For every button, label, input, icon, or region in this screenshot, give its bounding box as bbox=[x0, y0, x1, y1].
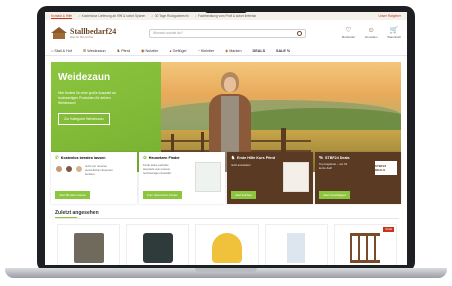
nav-label: Weidezaun bbox=[87, 48, 106, 53]
usp-advice: Fachberatung vom Profi & sofort lieferba… bbox=[194, 14, 256, 18]
product-card[interactable] bbox=[57, 224, 121, 265]
card-text: Finde deine perfekte Heuraufe aus unsere… bbox=[143, 163, 172, 175]
hero-title: Weidezaun bbox=[58, 72, 111, 83]
deals-button[interactable]: Jetzt zuschlagen! bbox=[319, 191, 351, 199]
product-image bbox=[142, 233, 173, 263]
recently-viewed-list: SALE bbox=[57, 224, 398, 265]
nav-item-pferd[interactable]: ♞ Pferd bbox=[117, 48, 130, 53]
nav-item-stall-hof[interactable]: ⌂ Stall & Hof bbox=[51, 48, 72, 53]
hay-icon: ✿ bbox=[143, 155, 147, 160]
hero-text: Hier findest Du eine große Auswahl an ho… bbox=[58, 91, 116, 105]
nav-item-kleintier[interactable]: ◔ Kleintier bbox=[197, 48, 214, 53]
haynet-finder-card[interactable]: ✿ Heunetzen Finder Finde deine perfekte H… bbox=[139, 152, 225, 204]
advice-card[interactable]: ✆ Kostenlos beraten lassen Jetzt von unse… bbox=[51, 152, 137, 204]
browser-screen: Kontakt & Hilfe Kostenlose Lieferung ab … bbox=[45, 12, 407, 265]
usp-bar: Kontakt & Hilfe Kostenlose Lieferung ab … bbox=[45, 12, 407, 20]
course-image bbox=[283, 162, 309, 192]
avatar bbox=[75, 165, 83, 173]
card-title: Kostenlos beraten lassen bbox=[60, 156, 106, 160]
first-aid-card[interactable]: ♞ Erste Hilfe Kurs Pferd Jetzt anmelden! … bbox=[227, 152, 313, 204]
account-button[interactable]: ☺ Anmelden bbox=[365, 27, 378, 39]
nav-item-gefluegel[interactable]: ◕ Geflügel bbox=[169, 48, 186, 53]
horse-icon: ♞ bbox=[116, 48, 121, 53]
barn-icon bbox=[51, 27, 67, 39]
avatar bbox=[65, 165, 73, 173]
product-card[interactable] bbox=[126, 224, 190, 265]
user-icon: ☺ bbox=[367, 27, 375, 34]
hay-rack-image bbox=[195, 162, 221, 192]
card-title: Heunetzen Finder bbox=[148, 156, 180, 160]
nav-label: Marken bbox=[229, 48, 242, 53]
account-label: Anmelden bbox=[364, 35, 378, 39]
wishlist-label: Merkzettel bbox=[341, 35, 355, 39]
nav-item-marken[interactable]: ◈ Marken bbox=[225, 48, 241, 53]
chat-icon: ✆ bbox=[55, 155, 59, 160]
avatar bbox=[55, 165, 63, 173]
cow-icon: ◉ bbox=[141, 48, 145, 53]
heart-icon: ♡ bbox=[345, 27, 352, 34]
main-nav: ⌂ Stall & Hof ⊞ Weidezaun ♞ Pferd ◉ Nutztier… bbox=[45, 46, 407, 56]
barn-icon: ⌂ bbox=[51, 48, 54, 53]
cart-button[interactable]: 🛒 Warenkorb bbox=[387, 27, 401, 39]
usp-shipping: Kostenlose Lieferung ab 99€ & sofort Spa… bbox=[78, 14, 146, 18]
search-placeholder: Wonach suchst du? bbox=[153, 31, 183, 35]
search-input[interactable]: Wonach suchst du? bbox=[149, 28, 306, 38]
wishlist-button[interactable]: ♡ Merkzettel bbox=[342, 27, 355, 39]
card-title: STBF24 Deals bbox=[325, 155, 350, 160]
product-image bbox=[287, 233, 306, 263]
nav-label: Kleintier bbox=[200, 48, 215, 53]
card-text: Jetzt von unseren persönlichen Experten … bbox=[85, 164, 113, 176]
fence-icon: ⊞ bbox=[82, 48, 87, 53]
nav-item-weidezaun[interactable]: ⊞ Weidezaun bbox=[83, 48, 106, 53]
nav-item-deals[interactable]: DEALS bbox=[253, 49, 266, 53]
nav-item-sale[interactable]: SALE % bbox=[276, 49, 290, 53]
card-text: Top Angebote – nur für kurze Zeit! bbox=[319, 162, 348, 170]
logo-tagline: Alles für Hof und Tier bbox=[70, 35, 94, 39]
advice-button[interactable]: Jetzt Beraten lassen bbox=[55, 191, 91, 199]
deals-badge: STBF24 DEALS bbox=[375, 161, 397, 175]
card-text: Jetzt anmelden! bbox=[231, 163, 251, 167]
nav-label: Nutztier bbox=[145, 48, 159, 53]
camera-notch bbox=[204, 6, 248, 13]
hero-cta-button[interactable]: Zur Kategorie Weidezaun bbox=[58, 113, 110, 126]
nav-label: Stall & Hof bbox=[54, 48, 72, 53]
header-actions: ♡ Merkzettel ☺ Anmelden 🛒 Warenkorb bbox=[342, 27, 401, 39]
horse-icon: ♞ bbox=[231, 155, 236, 160]
rabbit-icon: ◔ bbox=[197, 48, 200, 53]
feature-cards: ✆ Kostenlos beraten lassen Jetzt von unse… bbox=[51, 152, 401, 204]
logo[interactable]: Stallbedarf24 Alles für Hof und Tier bbox=[51, 27, 123, 39]
product-card[interactable] bbox=[195, 224, 259, 265]
divider bbox=[55, 218, 399, 219]
book-course-button[interactable]: Jetzt buchen bbox=[231, 191, 257, 199]
cart-label: Warenkorb bbox=[387, 35, 401, 39]
site-header: Stallbedarf24 Alles für Hof und Tier Won… bbox=[45, 20, 407, 46]
nav-label: Geflügel bbox=[172, 48, 187, 53]
usp-returns: 30 Tage Rückgaberecht bbox=[151, 14, 189, 18]
tag-icon: ◈ bbox=[225, 48, 229, 53]
title-underline bbox=[55, 217, 77, 218]
nav-label: Pferd bbox=[121, 48, 131, 53]
product-image bbox=[73, 233, 104, 263]
search-icon[interactable] bbox=[296, 30, 302, 36]
percent-icon: % bbox=[319, 155, 324, 160]
product-card[interactable] bbox=[264, 224, 328, 265]
card-title: Erste Hilfe Kurs Pferd bbox=[237, 156, 276, 160]
product-image bbox=[350, 233, 381, 263]
advisor-link[interactable]: Unser Ratgeber bbox=[378, 14, 401, 18]
product-image bbox=[212, 233, 242, 263]
chicken-icon: ◕ bbox=[169, 48, 172, 53]
laptop-groove bbox=[195, 268, 257, 272]
help-link[interactable]: Kontakt & Hilfe bbox=[51, 14, 72, 18]
product-card[interactable]: SALE bbox=[333, 224, 398, 265]
deals-card[interactable]: % STBF24 Deals Top Angebote – nur für kur… bbox=[315, 152, 401, 204]
sale-badge: SALE bbox=[383, 227, 395, 232]
recently-viewed-title: Zuletzt angesehen bbox=[55, 210, 99, 216]
logo-text: Stallbedarf24 bbox=[70, 26, 117, 36]
nav-item-nutztier[interactable]: ◉ Nutztier bbox=[141, 48, 158, 53]
cart-icon: 🛒 bbox=[389, 27, 399, 34]
haynet-finder-button[interactable]: Zum Heunetzen Finder bbox=[143, 191, 182, 199]
